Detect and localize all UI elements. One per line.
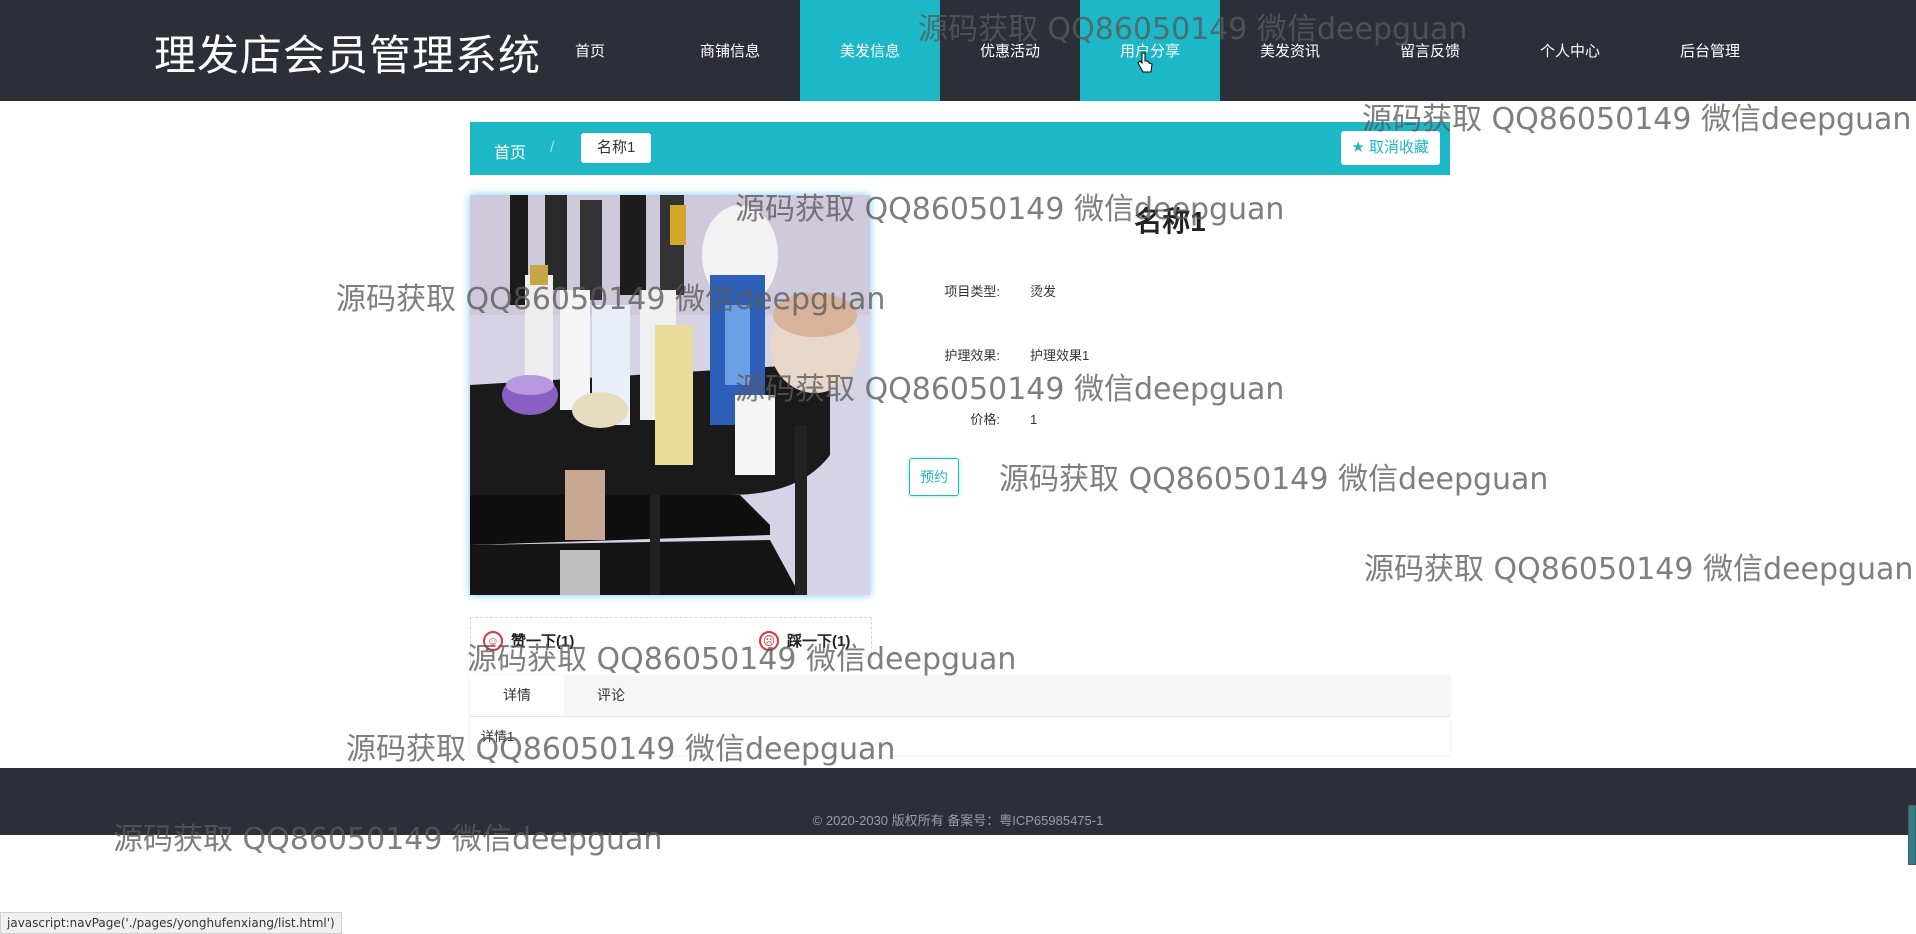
book-button[interactable]: 预约 xyxy=(909,458,959,496)
price-label: 价格: xyxy=(970,412,1000,427)
like-button[interactable]: ☺ 赞一下(1) xyxy=(483,630,574,651)
nav-item-profile[interactable]: 个人中心 xyxy=(1500,0,1640,101)
nav-item-promotions[interactable]: 优惠活动 xyxy=(940,0,1080,101)
care-effect-value: 护理效果1 xyxy=(1030,348,1090,363)
product-type-label: 项目类型: xyxy=(944,284,1000,299)
tab-comments[interactable]: 评论 xyxy=(564,675,658,716)
unfavorite-label: 取消收藏 xyxy=(1368,139,1429,156)
watermark: 源码获取 QQ86050149 微信deepguan xyxy=(999,462,1549,497)
thumbs-up-icon: ☺ xyxy=(483,630,503,651)
site-title: 理发店会员管理系统 xyxy=(154,31,542,80)
main-nav: 首页 商铺信息 美发信息 优惠活动 用户分享 美发资讯 留言反馈 个人中心 后台… xyxy=(520,0,1780,101)
product-type-row: 项目类型: 烫发 xyxy=(900,281,1056,300)
nav-item-admin[interactable]: 后台管理 xyxy=(1640,0,1780,101)
price-value: 1 xyxy=(1030,412,1038,427)
care-effect-label: 护理效果: xyxy=(944,348,1000,363)
dislike-button[interactable]: ☹ 踩一下(1) xyxy=(759,630,850,651)
breadcrumb: 首页 / 名称1 ★ 取消收藏 xyxy=(470,122,1450,175)
browser-status-bar: javascript:navPage('./pages/yonghufenxia… xyxy=(0,912,342,934)
star-icon: ★ xyxy=(1351,139,1365,156)
price-row: 价格: 1 xyxy=(900,409,1037,428)
breadcrumb-current: 名称1 xyxy=(581,133,652,163)
product-image xyxy=(470,195,870,595)
dislike-label: 踩一下(1) xyxy=(787,633,851,650)
nav-item-user-share[interactable]: 用户分享 xyxy=(1080,0,1220,101)
nav-item-shop-info[interactable]: 商铺信息 xyxy=(660,0,800,101)
site-header: 理发店会员管理系统 首页 商铺信息 美发信息 优惠活动 用户分享 美发资讯 留言… xyxy=(0,0,1916,101)
unfavorite-button[interactable]: ★ 取消收藏 xyxy=(1340,131,1440,165)
tab-header: 详情 评论 xyxy=(470,675,1450,717)
nav-item-home[interactable]: 首页 xyxy=(520,0,660,101)
detail-tabs: 详情 评论 详情1 xyxy=(470,675,1450,755)
copyright-text: © 2020-2030 版权所有 备案号：粤ICP65985475-1 xyxy=(812,813,1104,828)
product-title: 名称1 xyxy=(1134,206,1206,237)
nav-item-hair-info[interactable]: 美发信息 xyxy=(800,0,940,101)
vote-box: ☺ 赞一下(1) ☹ 踩一下(1) xyxy=(470,617,872,663)
care-effect-row: 护理效果: 护理效果1 xyxy=(900,345,1089,364)
side-tab-handle[interactable] xyxy=(1908,805,1916,865)
product-type-value: 烫发 xyxy=(1030,284,1057,299)
hand-cursor-icon xyxy=(1137,52,1153,80)
nav-item-feedback[interactable]: 留言反馈 xyxy=(1360,0,1500,101)
breadcrumb-home-link[interactable]: 首页 xyxy=(494,139,526,163)
site-footer: © 2020-2030 版权所有 备案号：粤ICP65985475-1 xyxy=(0,768,1916,835)
tab-details[interactable]: 详情 xyxy=(470,675,564,716)
breadcrumb-separator: / xyxy=(550,139,555,156)
watermark: 源码获取 QQ86050149 微信deepguan xyxy=(1364,552,1914,587)
nav-item-hair-news[interactable]: 美发资讯 xyxy=(1220,0,1360,101)
tab-content: 详情1 xyxy=(481,729,515,744)
like-label: 赞一下(1) xyxy=(511,633,575,650)
thumbs-down-icon: ☹ xyxy=(759,630,779,651)
